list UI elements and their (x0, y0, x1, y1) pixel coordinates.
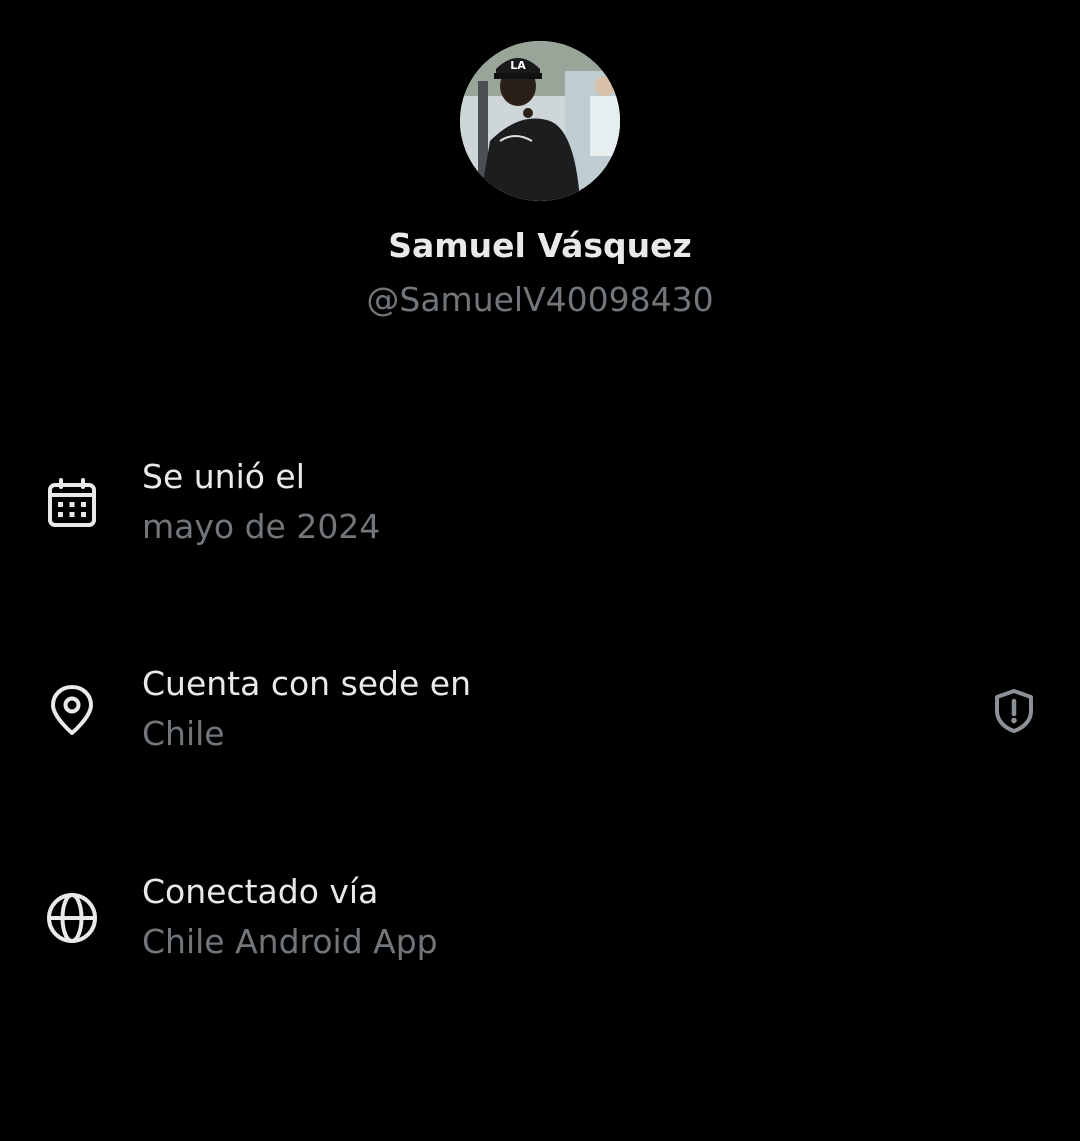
location-label: Cuenta con sede en (142, 664, 472, 703)
connected-via-row: Conectado vía Chile Android App (0, 862, 1080, 982)
shield-alert-icon[interactable] (990, 687, 1038, 735)
connected-via-value: Chile Android App (142, 922, 438, 961)
location-pin-icon (44, 682, 100, 738)
profile-handle: @SamuelV40098430 (366, 280, 714, 319)
joined-value: mayo de 2024 (142, 507, 381, 546)
location-row[interactable]: Cuenta con sede en Chile (0, 654, 1080, 774)
svg-text:LA: LA (510, 59, 526, 72)
joined-row: Se unió el mayo de 2024 (0, 447, 1080, 567)
calendar-icon (44, 475, 100, 531)
profile-display-name: Samuel Vásquez (388, 226, 692, 265)
globe-icon (44, 890, 100, 946)
location-value: Chile (142, 714, 225, 753)
connected-via-label: Conectado vía (142, 872, 379, 911)
profile-avatar[interactable]: LA (460, 41, 620, 201)
joined-label: Se unió el (142, 457, 305, 496)
avatar-photo: LA (460, 41, 620, 201)
